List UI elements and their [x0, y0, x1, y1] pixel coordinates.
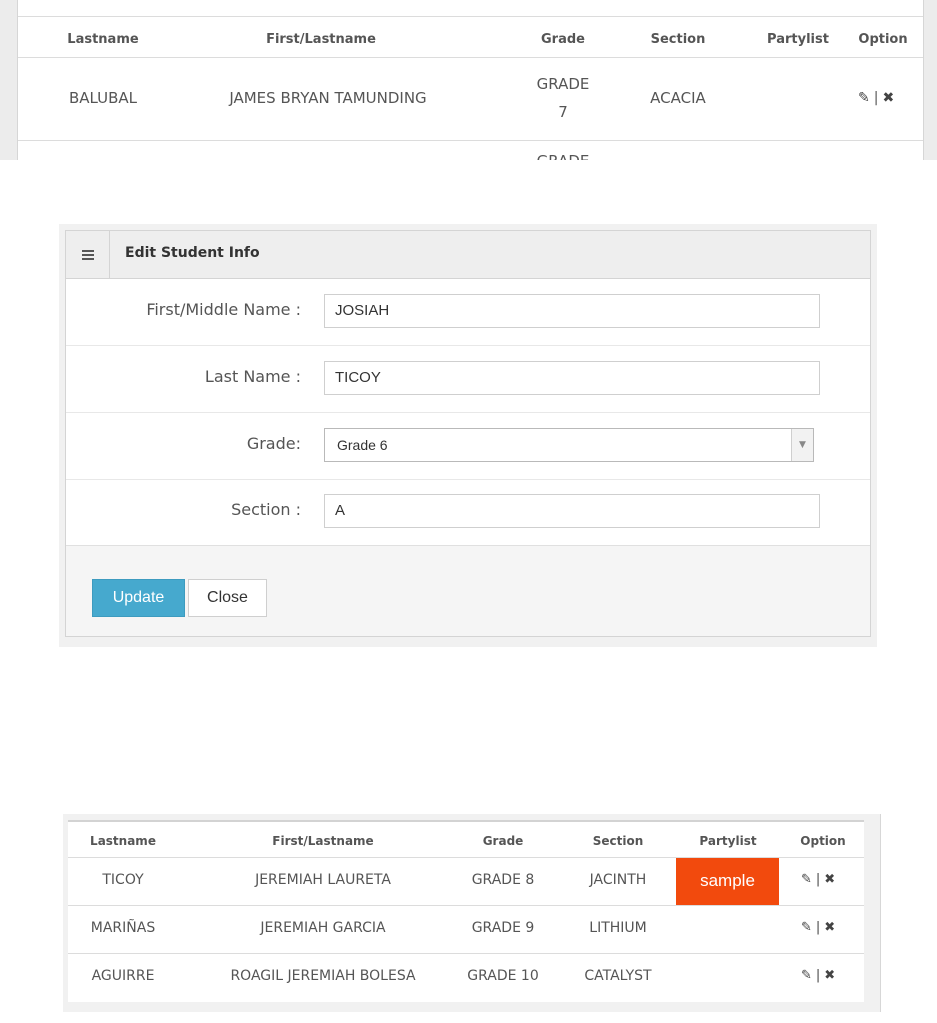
col-header-option: Option: [800, 834, 846, 848]
form-row-first-middle-name: First/Middle Name : JOSIAH: [66, 279, 870, 346]
last-name-label: Last Name :: [204, 367, 301, 386]
student-table-top-body: Lastname First/Lastname Grade Section Pa…: [17, 0, 924, 160]
chevron-down-icon[interactable]: ▼: [791, 429, 813, 461]
pencil-icon[interactable]: ✎: [801, 968, 812, 983]
close-x-icon[interactable]: ✖: [824, 968, 835, 983]
cell-lastname: AGUIRRE: [91, 968, 155, 984]
update-button[interactable]: Update: [92, 579, 185, 617]
close-x-icon[interactable]: ✖: [824, 872, 835, 887]
cell-lastname: MARIÑAS: [90, 920, 156, 936]
pencil-icon[interactable]: ✎: [801, 920, 812, 935]
edit-student-form: Edit Student Info First/Middle Name : JO…: [65, 230, 871, 637]
last-name-input[interactable]: TICOY: [324, 361, 820, 395]
option-separator: |: [815, 920, 821, 935]
cell-grade-line2: 7: [558, 103, 568, 121]
col-header-lastname: Lastname: [90, 834, 156, 848]
hamburger-icon[interactable]: [66, 231, 110, 278]
student-table-top: Lastname First/Lastname Grade Section Pa…: [0, 0, 937, 160]
option-separator: |: [815, 872, 821, 887]
option-separator: |: [873, 90, 879, 106]
col-header-option: Option: [858, 32, 908, 47]
table-row: TICOY JEREMIAH LAURETA GRADE 8 JACINTH s…: [68, 857, 864, 905]
section-input[interactable]: A: [324, 494, 820, 528]
table-row: AGUIRRE ROAGIL JEREMIAH BOLESA GRADE 10 …: [68, 953, 864, 1001]
student-table-bottom-body: Lastname First/Lastname Grade Section Pa…: [68, 820, 864, 1002]
grade-select-value: Grade 6: [337, 437, 388, 453]
col-header-lastname: Lastname: [67, 32, 139, 47]
pencil-icon[interactable]: ✎: [801, 872, 812, 887]
cell-first-lastname: JEREMIAH LAURETA: [255, 872, 391, 888]
pencil-icon[interactable]: ✎: [858, 90, 870, 106]
cell-grade-partial: GRADE: [523, 152, 603, 160]
cell-lastname: BALUBAL: [68, 89, 138, 107]
header-bottom-border: [18, 57, 923, 58]
option-separator: |: [815, 968, 821, 983]
grade-label: Grade:: [246, 434, 301, 453]
col-header-partylist: Partylist: [699, 834, 757, 848]
grade-select[interactable]: Grade 6 ▼: [324, 428, 814, 462]
col-header-first-lastname: First/Lastname: [266, 32, 376, 47]
student-table-bottom: Lastname First/Lastname Grade Section Pa…: [63, 814, 881, 1012]
col-header-first-lastname: First/Lastname: [272, 834, 374, 848]
section-label: Section :: [231, 500, 301, 519]
row-border: [18, 140, 923, 141]
col-header-section: Section: [650, 32, 706, 47]
cell-lastname: TICOY: [102, 872, 144, 888]
row-options: ✎ | ✖: [801, 920, 835, 935]
panel-title: Edit Student Info: [125, 245, 260, 261]
form-row-section: Section : A: [66, 479, 870, 545]
partylist-badge: sample: [676, 858, 779, 905]
panel-header: Edit Student Info: [66, 231, 870, 279]
cell-grade: GRADE 8: [471, 872, 535, 888]
col-header-grade: Grade: [482, 834, 524, 848]
cell-first-lastname: JAMES BRYAN TAMUNDING: [229, 89, 427, 107]
cell-first-lastname: ROAGIL JEREMIAH BOLESA: [230, 968, 416, 984]
cell-section: LITHIUM: [589, 920, 647, 936]
close-x-icon[interactable]: ✖: [882, 90, 894, 106]
cell-grade-line1: GRADE: [536, 75, 590, 93]
cell-section: ACACIA: [650, 89, 706, 107]
first-middle-name-label: First/Middle Name :: [146, 300, 301, 319]
table-row: MARIÑAS JEREMIAH GARCIA GRADE 9 LITHIUM …: [68, 905, 864, 953]
close-button[interactable]: Close: [188, 579, 267, 617]
cell-section: JACINTH: [589, 872, 647, 888]
edit-student-panel: Edit Student Info First/Middle Name : JO…: [59, 224, 877, 647]
col-header-section: Section: [592, 834, 644, 848]
close-x-icon[interactable]: ✖: [824, 920, 835, 935]
col-header-grade: Grade: [541, 32, 585, 47]
first-middle-name-input[interactable]: JOSIAH: [324, 294, 820, 328]
header-top-border: [18, 16, 923, 17]
cell-grade: GRADE 9: [471, 920, 535, 936]
row-options: ✎ | ✖: [801, 968, 835, 983]
cell-grade: GRADE 10: [467, 968, 539, 984]
form-row-last-name: Last Name : TICOY: [66, 346, 870, 413]
panel-footer: Update Close: [66, 545, 870, 636]
cell-section: CATALYST: [584, 968, 652, 984]
col-header-partylist: Partylist: [767, 32, 829, 47]
row-options: ✎ | ✖: [858, 90, 894, 106]
row-options: ✎ | ✖: [801, 872, 835, 887]
form-row-grade: Grade: Grade 6 ▼: [66, 413, 870, 480]
cell-first-lastname: JEREMIAH GARCIA: [260, 920, 386, 936]
